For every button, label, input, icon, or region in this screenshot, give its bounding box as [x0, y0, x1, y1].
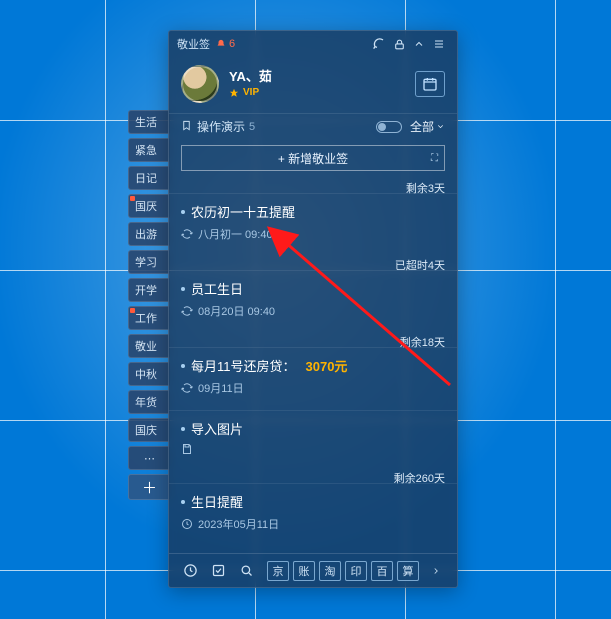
- tag-item[interactable]: 敬业: [128, 334, 170, 358]
- note-subtext: 09月11日: [198, 380, 244, 396]
- note-item[interactable]: 剩余3天 农历初一十五提醒 八月初一 09:40: [169, 193, 457, 252]
- notification-count: 6: [229, 38, 235, 50]
- note-list: 剩余3天 农历初一十五提醒 八月初一 09:40 已超时4天 员工生日 08月2…: [169, 173, 457, 553]
- titlebar: 敬业签 6: [169, 31, 457, 57]
- section-title: 操作演示: [197, 118, 245, 135]
- tag-item[interactable]: 开学: [128, 278, 170, 302]
- notification-badge[interactable]: 6: [216, 38, 235, 50]
- avatar[interactable]: [181, 65, 219, 103]
- tag-item[interactable]: 国厌: [128, 194, 170, 218]
- vip-badge: VIP: [229, 87, 259, 98]
- tag-item[interactable]: 紧急: [128, 138, 170, 162]
- shortcut-button[interactable]: 京: [267, 561, 289, 581]
- clock-icon: [181, 518, 193, 530]
- menu-icon[interactable]: [429, 34, 449, 54]
- note-amount: 3070元: [306, 356, 348, 375]
- shortcut-button[interactable]: 淘: [319, 561, 341, 581]
- note-title: 导入图片: [191, 419, 243, 438]
- expand-icon[interactable]: ⛶: [431, 153, 438, 164]
- note-item[interactable]: 导入图片: [169, 410, 457, 465]
- tag-more-button[interactable]: ⋯: [128, 446, 170, 470]
- profile-row: YA、茹 VIP: [169, 57, 457, 113]
- app-name: 敬业签: [177, 36, 210, 52]
- note-item[interactable]: 剩余18天 每月11号还房贷： 3070元 09月11日: [169, 347, 457, 406]
- tag-item[interactable]: 工作: [128, 306, 170, 330]
- note-subtext: 八月初一 09:40: [198, 226, 273, 242]
- repeat-icon: [181, 228, 193, 240]
- calendar-button[interactable]: [415, 71, 445, 97]
- repeat-icon: [181, 382, 193, 394]
- tag-item[interactable]: 国庆: [128, 418, 170, 442]
- tag-item[interactable]: 中秋: [128, 362, 170, 386]
- note-title: 每月11号还房贷：: [191, 356, 296, 375]
- sync-icon[interactable]: [369, 34, 389, 54]
- tag-item[interactable]: 日记: [128, 166, 170, 190]
- collapse-icon[interactable]: [409, 34, 429, 54]
- note-countdown: 剩余3天: [406, 180, 445, 196]
- note-countdown: 剩余18天: [400, 334, 445, 350]
- shortcut-button[interactable]: 账: [293, 561, 315, 581]
- main-panel: 敬业签 6 YA、茹 VIP: [168, 30, 458, 588]
- note-countdown: 已超时4天: [395, 257, 445, 273]
- username: YA、茹: [229, 66, 272, 85]
- add-note-button[interactable]: + 新增敬业签 ⛶: [181, 145, 445, 171]
- tag-add-button[interactable]: ＋: [128, 474, 170, 500]
- section-count: 5: [249, 121, 255, 133]
- tag-item[interactable]: 生活: [128, 110, 170, 134]
- search-icon[interactable]: [233, 559, 259, 583]
- section-icon: [181, 120, 192, 134]
- note-title: 生日提醒: [191, 492, 243, 511]
- repeat-icon: [181, 305, 193, 317]
- tag-item[interactable]: 出游: [128, 222, 170, 246]
- lock-icon[interactable]: [389, 34, 409, 54]
- note-item[interactable]: 剩余260天 生日提醒 2023年05月11日: [169, 483, 457, 542]
- tag-item[interactable]: 学习: [128, 250, 170, 274]
- tag-column: 生活 紧急 日记 国厌 出游 学习 开学 工作 敬业 中秋 年货 国庆 ⋯ ＋: [128, 110, 170, 500]
- note-title: 农历初一十五提醒: [191, 202, 295, 221]
- toggle-switch[interactable]: [376, 121, 402, 133]
- shortcut-button[interactable]: 算: [397, 561, 419, 581]
- note-title: 员工生日: [191, 279, 243, 298]
- section-bar: 操作演示 5 全部: [169, 113, 457, 139]
- shortcut-more-icon[interactable]: [423, 559, 449, 583]
- note-countdown: 剩余260天: [394, 470, 445, 486]
- history-icon[interactable]: [177, 559, 203, 583]
- tag-item[interactable]: 年货: [128, 390, 170, 414]
- filter-dropdown[interactable]: 全部: [410, 118, 445, 135]
- add-note-label: + 新增敬业签: [278, 150, 348, 167]
- bottom-bar: 京 账 淘 印 百 算: [169, 553, 457, 587]
- note-subtext: 08月20日 09:40: [198, 303, 275, 319]
- note-subtext: 2023年05月11日: [198, 516, 279, 532]
- done-icon[interactable]: [205, 559, 231, 583]
- shortcut-button[interactable]: 百: [371, 561, 393, 581]
- save-icon: [181, 443, 193, 455]
- shortcut-button[interactable]: 印: [345, 561, 367, 581]
- note-item[interactable]: 已超时4天 员工生日 08月20日 09:40: [169, 270, 457, 329]
